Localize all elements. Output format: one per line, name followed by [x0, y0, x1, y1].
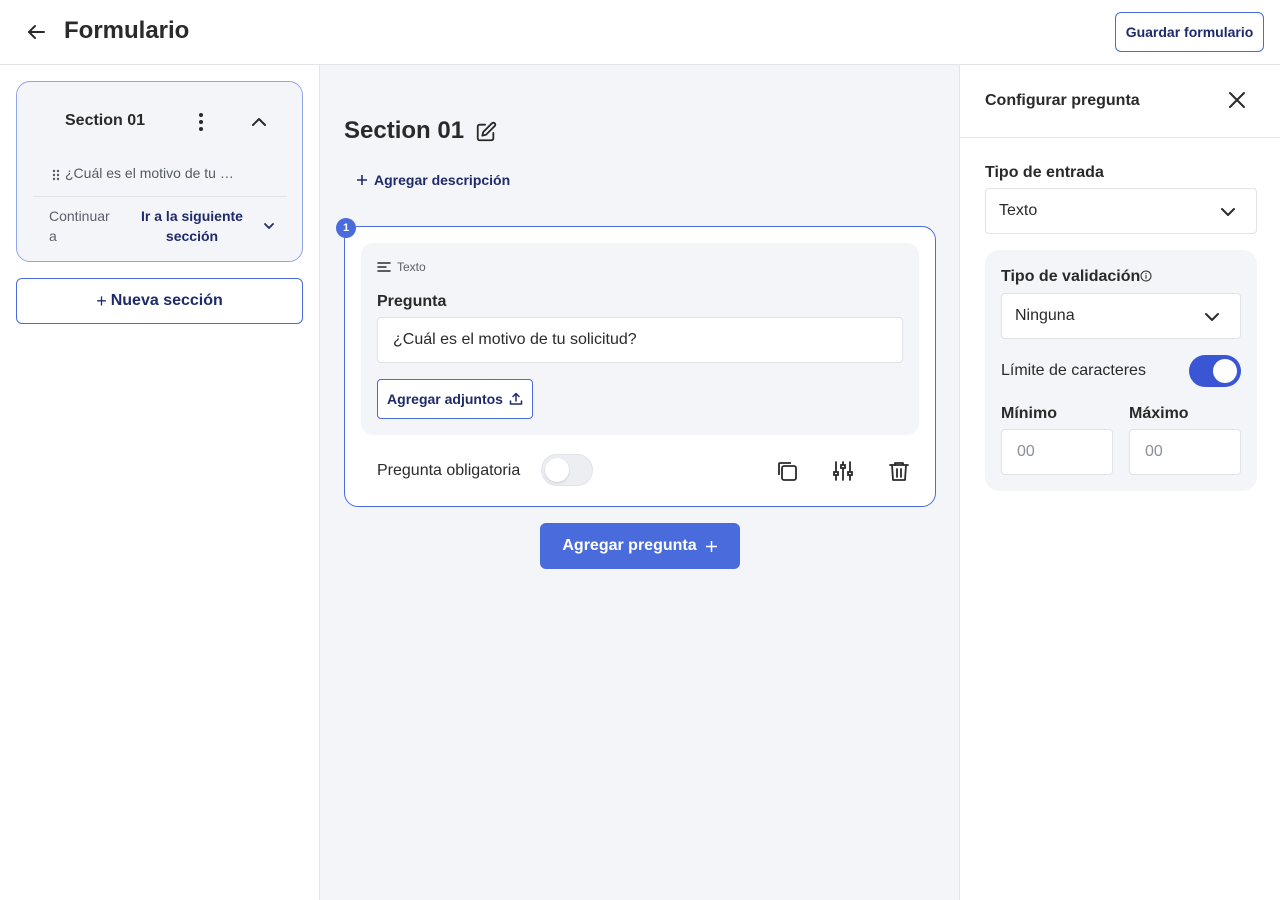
toggle-knob [545, 458, 569, 482]
upload-icon [509, 392, 523, 405]
input-type-select[interactable]: Texto [985, 188, 1257, 234]
char-limit-toggle[interactable] [1189, 355, 1241, 387]
input-type-value: Texto [999, 202, 1038, 219]
validation-type-value: Ninguna [1015, 307, 1075, 324]
required-label: Pregunta obligatoria [377, 462, 521, 479]
toggle-knob [1213, 359, 1237, 383]
question-type-label: Texto [397, 260, 426, 274]
chevron-down-icon [1202, 307, 1222, 327]
add-description-link[interactable]: Agregar descripción [356, 170, 510, 190]
question-card[interactable]: 1 Texto Pregunta Agregar adjuntos Pregun… [336, 218, 936, 507]
drag-handle-icon[interactable] [51, 168, 61, 182]
form-editor-canvas: Section 01 Agregar descripción 1 Texto P… [320, 65, 959, 900]
text-lines-icon [377, 262, 391, 272]
question-config-panel: Configurar pregunta Tipo de entrada Text… [959, 65, 1280, 900]
continue-to-select[interactable]: Ir a la siguiente sección [127, 206, 287, 246]
add-attachments-button[interactable]: Agregar adjuntos [377, 379, 533, 419]
add-question-label: Agregar pregunta [562, 537, 697, 554]
required-toggle[interactable] [541, 454, 593, 486]
question-number-badge: 1 [336, 218, 356, 238]
plus-icon [357, 175, 367, 185]
sliders-icon[interactable] [831, 459, 855, 483]
sections-sidebar: Section 01 ¿Cuál es el motivo de tu … Co… [0, 65, 320, 900]
validation-type-label: Tipo de validación [1001, 268, 1141, 285]
plus-icon: + [96, 290, 107, 311]
add-question-button[interactable]: Agregar pregunta [540, 523, 740, 569]
section-card-title: Section 01 [65, 112, 146, 129]
save-form-button[interactable]: Guardar formulario [1115, 12, 1264, 52]
chevron-down-icon [1218, 202, 1238, 222]
validation-type-select[interactable]: Ninguna [1001, 293, 1241, 339]
chevron-down-icon [261, 218, 277, 234]
plus-icon [705, 540, 717, 552]
kebab-menu-icon[interactable] [191, 110, 211, 134]
question-text-input[interactable] [377, 317, 903, 363]
divider [33, 196, 287, 197]
new-section-button[interactable]: + Nueva sección [16, 278, 303, 324]
max-input[interactable] [1129, 429, 1241, 475]
section-card[interactable]: Section 01 ¿Cuál es el motivo de tu … Co… [16, 81, 303, 262]
char-limit-label: Límite de caracteres [1001, 362, 1146, 379]
app-header: Formulario Guardar formulario [0, 0, 1280, 65]
chevron-up-icon[interactable] [247, 110, 271, 134]
question-body: Texto Pregunta Agregar adjuntos [361, 243, 919, 435]
page-title: Formulario [64, 17, 190, 44]
trash-icon[interactable] [887, 459, 911, 483]
max-label: Máximo [1129, 405, 1189, 422]
panel-title: Configurar pregunta [985, 92, 1140, 109]
add-attachments-label: Agregar adjuntos [387, 391, 503, 407]
add-description-label: Agregar descripción [374, 172, 511, 188]
info-icon[interactable] [1140, 270, 1152, 282]
close-icon[interactable] [1226, 89, 1248, 111]
panel-header: Configurar pregunta [960, 65, 1280, 138]
copy-icon[interactable] [775, 459, 799, 483]
continue-to-value: Ir a la siguiente sección [141, 208, 243, 244]
min-input[interactable] [1001, 429, 1113, 475]
question-type-indicator: Texto [377, 260, 426, 274]
validation-settings: Tipo de validación Ninguna Límite de car… [985, 250, 1257, 491]
back-arrow-icon[interactable] [24, 20, 48, 44]
min-label: Mínimo [1001, 405, 1057, 422]
edit-icon[interactable] [475, 121, 497, 143]
input-type-label: Tipo de entrada [985, 164, 1104, 181]
section-title: Section 01 [344, 117, 465, 144]
continue-label: Continuar a [49, 208, 110, 244]
new-section-label: Nueva sección [110, 292, 223, 309]
question-field-label: Pregunta [377, 293, 447, 310]
sidebar-question-item[interactable]: ¿Cuál es el motivo de tu … [65, 165, 234, 181]
